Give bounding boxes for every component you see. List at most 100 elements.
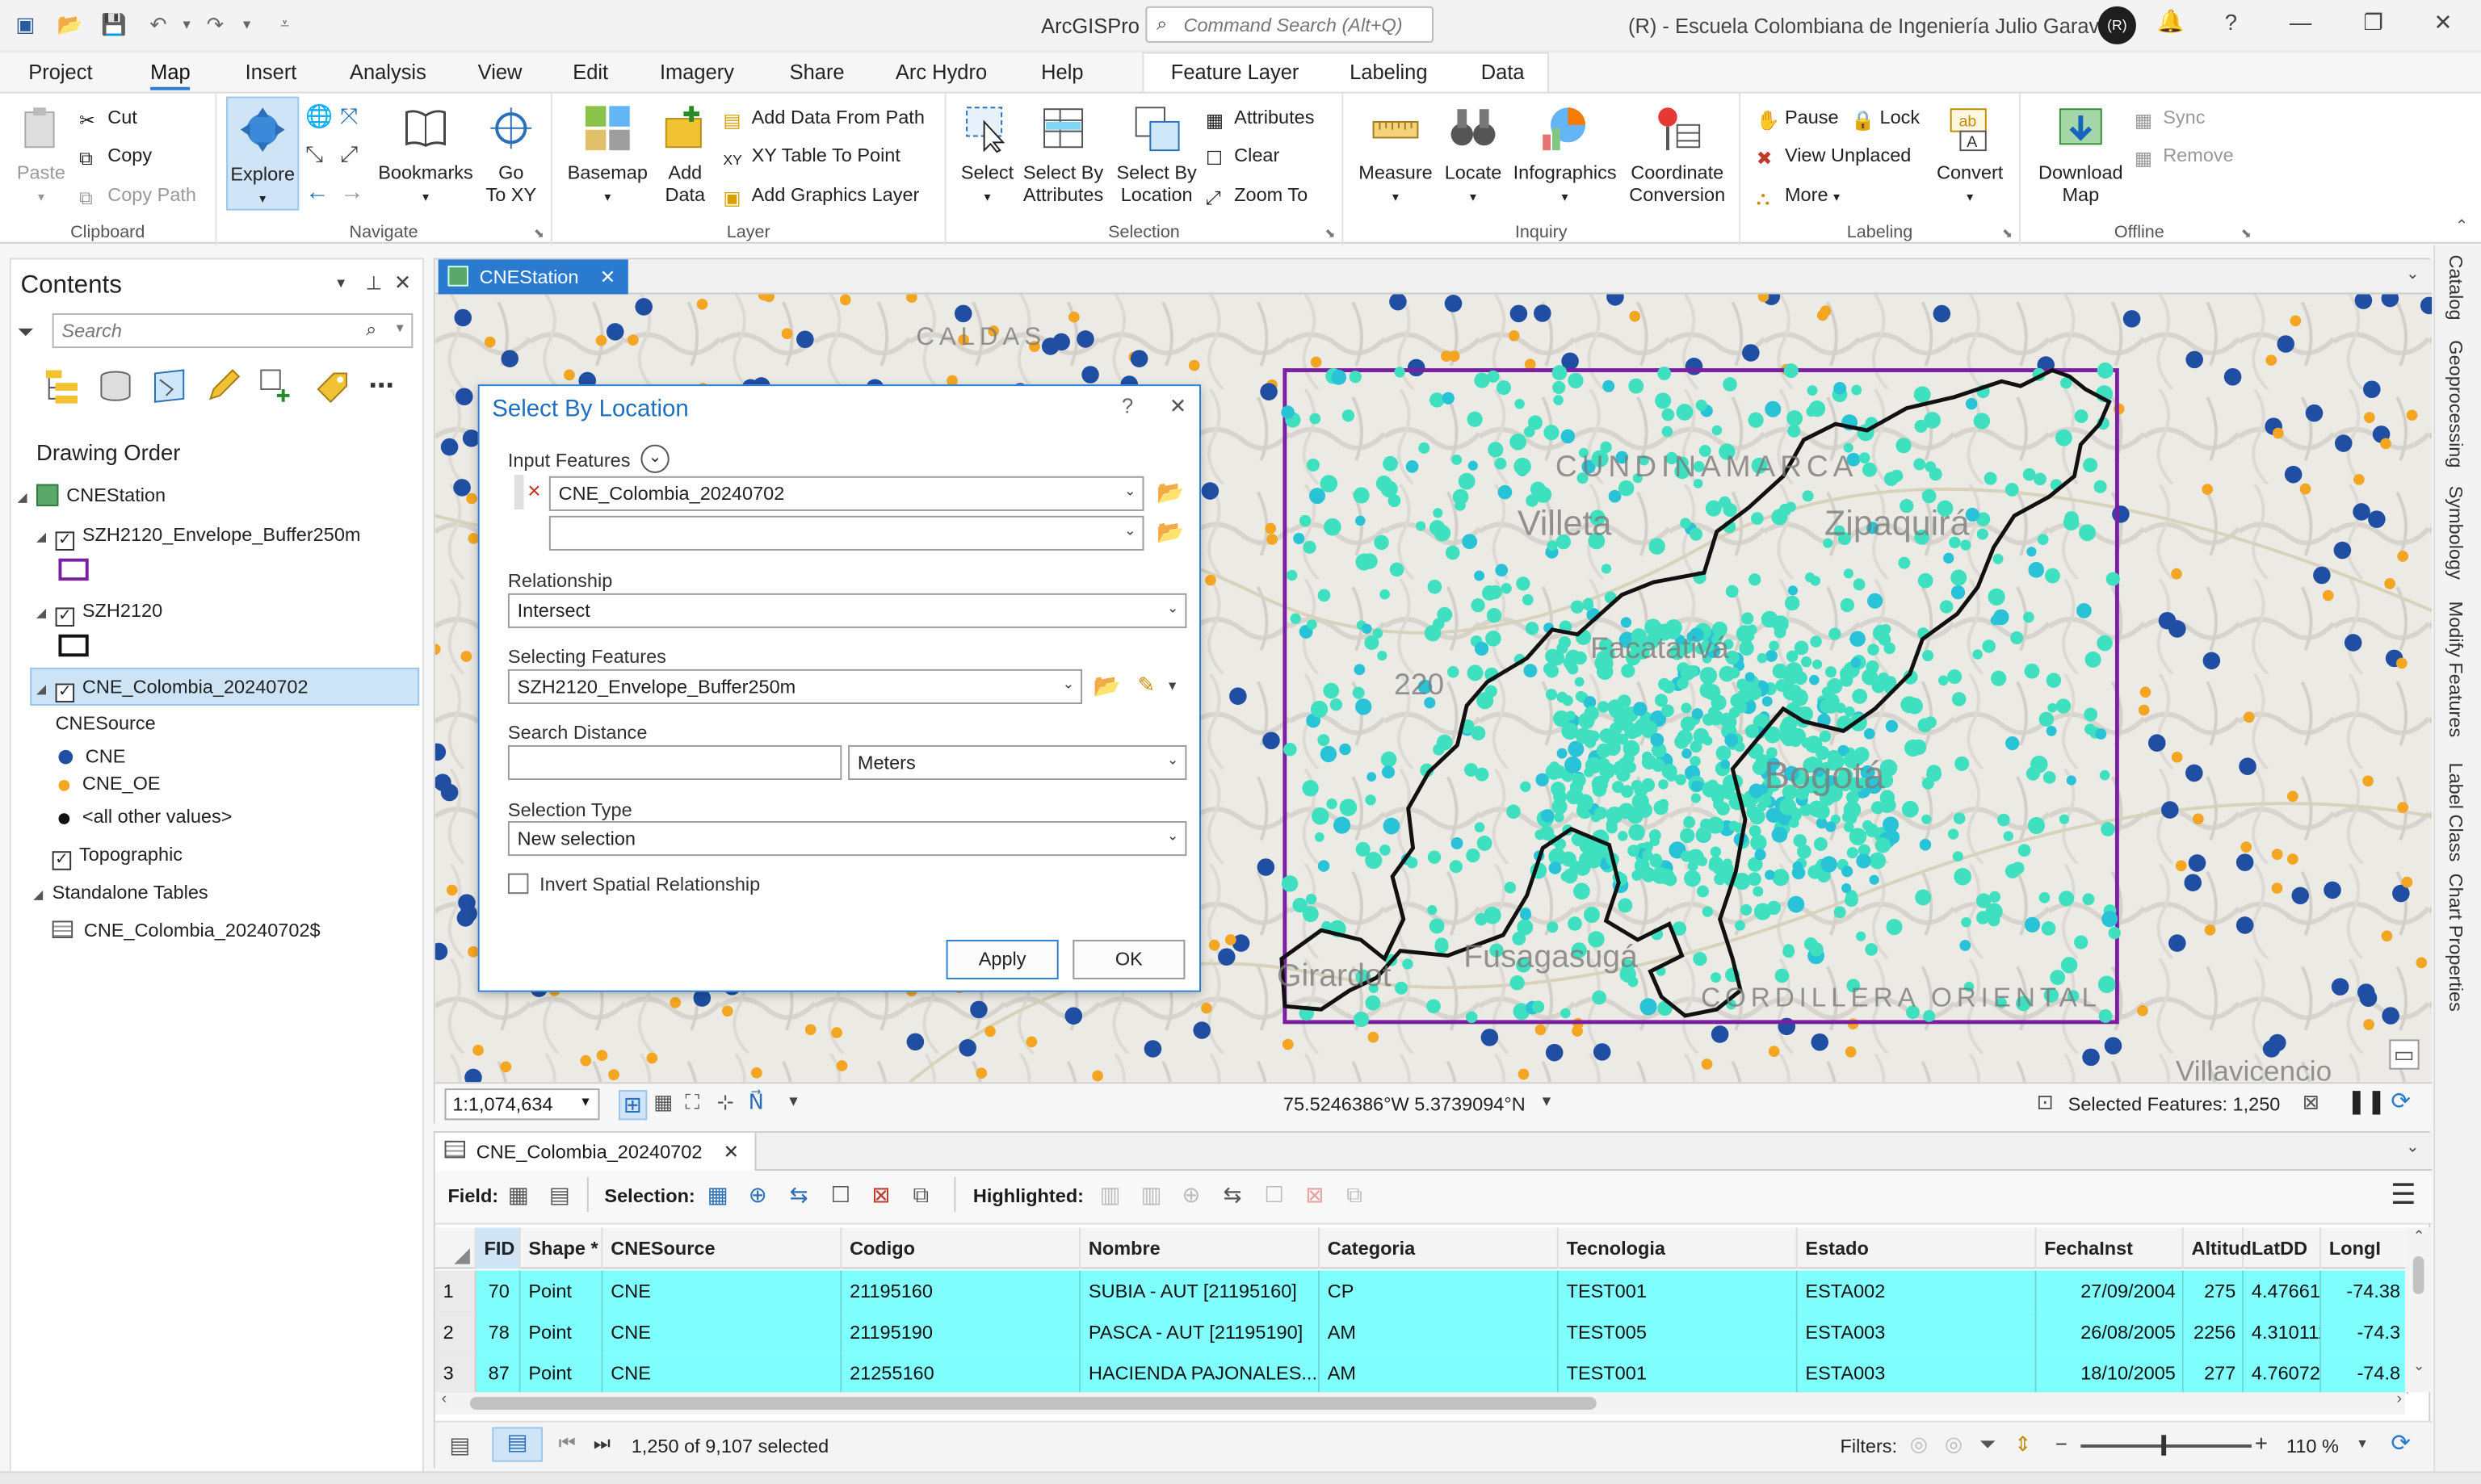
table-cell[interactable]: HACIENDA PAJONALES... [1081,1352,1320,1394]
column-header[interactable]: CNESource [602,1227,842,1269]
notifications-icon[interactable]: 🔔 [2155,8,2186,35]
filter-extent-icon[interactable]: ◎ [1910,1432,1928,1457]
layer-visibility-checkbox[interactable]: ✓ [55,683,75,703]
redo-dropdown-icon[interactable]: ▼ [234,13,259,38]
column-header[interactable]: Categoria [1320,1227,1559,1269]
first-record-icon[interactable]: ⏮ [559,1432,576,1455]
table-cell[interactable]: 70 [476,1270,521,1312]
pin-icon[interactable]: ⊥ [366,272,382,294]
close-icon[interactable]: ✕ [2427,10,2458,36]
coordinate-conversion-button[interactable]: Coordinate Conversion [1622,103,1732,206]
tab-labeling[interactable]: Labeling [1350,60,1427,83]
navigation-flow-icon[interactable]: N⃗ [749,1090,764,1115]
table-cell[interactable]: CNE [602,1352,842,1394]
infographics-button[interactable]: Infographics ▾ [1508,103,1622,208]
tab-label-class[interactable]: Label Class [2445,762,2466,861]
table-cell[interactable]: 21195160 [842,1270,1081,1312]
close-tab-icon[interactable]: ✕ [724,1141,740,1163]
zoom-out-fixed-icon[interactable]: ⤢ [340,140,358,167]
highlighted-tool-icon[interactable]: ⧉ [1346,1182,1362,1209]
pause-drawing-icon[interactable]: ❚❚ [2346,1087,2386,1115]
tab-help[interactable]: Help [1041,60,1083,83]
table-grid-icon[interactable]: ▦ [653,1090,673,1115]
coordinate-format-icon[interactable]: ▼ [1539,1093,1553,1109]
dialog-help-icon[interactable]: ? [1122,394,1133,417]
chevron-down-icon[interactable]: ▼ [787,1093,800,1109]
tab-feature-layer[interactable]: Feature Layer [1171,60,1299,83]
pane-options-icon[interactable]: ▾ [337,275,345,293]
add-data-from-path-button[interactable]: ▤ Add Data From Path [723,106,925,131]
calculate-field-icon[interactable]: ▤ [549,1182,570,1209]
input-features-empty-dropdown[interactable]: ⌄ [548,515,1144,551]
view-unplaced-button[interactable]: ✖ View Unplaced [1757,144,1912,169]
table-cell[interactable]: ESTA003 [1798,1311,2037,1353]
scale-dropdown[interactable]: 1:1,074,634 ▼ [444,1088,600,1121]
forward-icon[interactable]: → [340,178,363,205]
row-number[interactable]: 2 [434,1311,476,1353]
select-button[interactable]: Select ▾ [955,103,1018,208]
back-icon[interactable]: ← [305,178,329,205]
table-cell[interactable]: 4.310111 [2244,1311,2322,1353]
toc-layer-cne[interactable]: ◢ ✓ CNE_Colombia_20240702 [36,676,309,703]
table-cell[interactable]: TEST005 [1559,1311,1798,1353]
list-by-editing-icon[interactable] [204,367,242,405]
collapse-icon[interactable]: ◢ [18,490,31,505]
scrollbar-thumb[interactable] [2412,1256,2424,1294]
offline-launcher-icon[interactable]: ⬊ [2241,226,2252,241]
list-by-data-source-icon[interactable] [97,367,135,405]
clear-button[interactable]: ☐ Clear [1206,144,1279,169]
paste-button[interactable]: Paste ▾ [10,103,73,208]
fixed-zoom-icon[interactable]: ⤧ [340,103,358,129]
basemap-visibility-checkbox[interactable]: ✓ [52,851,72,870]
sketch-pencil-icon[interactable]: ✎ [1138,673,1155,698]
restore-icon[interactable]: ❐ [2357,10,2389,36]
row-number[interactable]: 1 [434,1270,476,1312]
column-header[interactable]: Tecnologia [1559,1227,1798,1269]
table-cell[interactable]: Point [521,1311,603,1353]
redo-icon[interactable]: ↷ [203,13,228,38]
download-map-button[interactable]: Download Map [2030,103,2131,206]
highlighted-tool-icon[interactable]: ☐ [1264,1182,1284,1209]
table-cell[interactable]: 87 [476,1352,521,1394]
table-cell[interactable]: -74.8 [2321,1352,2408,1394]
table-cell[interactable]: 26/08/2005 [2036,1311,2184,1353]
column-header[interactable]: LatDD [2244,1227,2322,1269]
collapse-icon[interactable]: ◢ [36,530,49,544]
apply-button[interactable]: Apply [946,939,1059,979]
table-cell[interactable]: Point [521,1352,603,1394]
relationship-dropdown[interactable]: Intersect ⌄ [507,593,1187,628]
sketch-options-icon[interactable]: ▼ [1166,679,1179,694]
column-header[interactable]: Codigo [842,1227,1081,1269]
locate-button[interactable]: Locate ▾ [1438,103,1508,208]
column-header[interactable]: FID [476,1227,521,1269]
save-icon[interactable]: 💾 [101,13,127,38]
column-header[interactable]: Nombre [1081,1227,1320,1269]
select-by-location-button[interactable]: Select By Location [1110,103,1203,206]
list-by-snapping-icon[interactable] [258,367,296,405]
table-cell[interactable]: 27/09/2004 [2036,1270,2184,1312]
remove-button[interactable]: ▦ Remove [2135,144,2234,169]
add-graphics-layer-button[interactable]: ▣ Add Graphics Layer [723,183,919,208]
selected-features-count[interactable]: Selected Features: 1,250 [2068,1093,2281,1115]
map-tab-cnestation[interactable]: CNEStation ✕ [438,259,629,295]
refresh-layout-icon[interactable]: ⊠ [2303,1090,2319,1115]
table-cell[interactable]: 2256 [2184,1311,2244,1353]
labeling-launcher-icon[interactable]: ⬊ [2002,226,2013,241]
contents-search-input[interactable]: Search ⌕ ▾ [52,312,414,349]
filter-icon[interactable]: ⏷ [18,320,34,345]
table-cell[interactable]: ESTA002 [1798,1270,2037,1312]
tab-catalog[interactable]: Catalog [2445,254,2466,320]
copy-button[interactable]: ⧉ Copy [79,144,152,169]
row-number[interactable]: 3 [434,1352,476,1394]
zoom-in-icon[interactable]: + [2255,1430,2268,1455]
full-extent-icon[interactable]: 🌐 [305,103,333,129]
filter-definition-icon[interactable]: ⏷ [1979,1432,1996,1457]
search-distance-input[interactable] [507,744,842,781]
vertical-scrollbar[interactable]: ⌃ ⌄ [2404,1227,2433,1393]
browse-folder-icon[interactable]: 📂 [1157,480,1184,506]
help-icon[interactable]: ? [2215,10,2247,35]
legend-item-other[interactable]: <all other values> [58,805,232,828]
tab-list-icon[interactable]: ⌄ [2406,1139,2419,1157]
toc-basemap[interactable]: ✓ Topographic [52,843,183,870]
toc-layer-envelope[interactable]: ◢ ✓ SZH2120_Envelope_Buffer250m [36,524,361,551]
